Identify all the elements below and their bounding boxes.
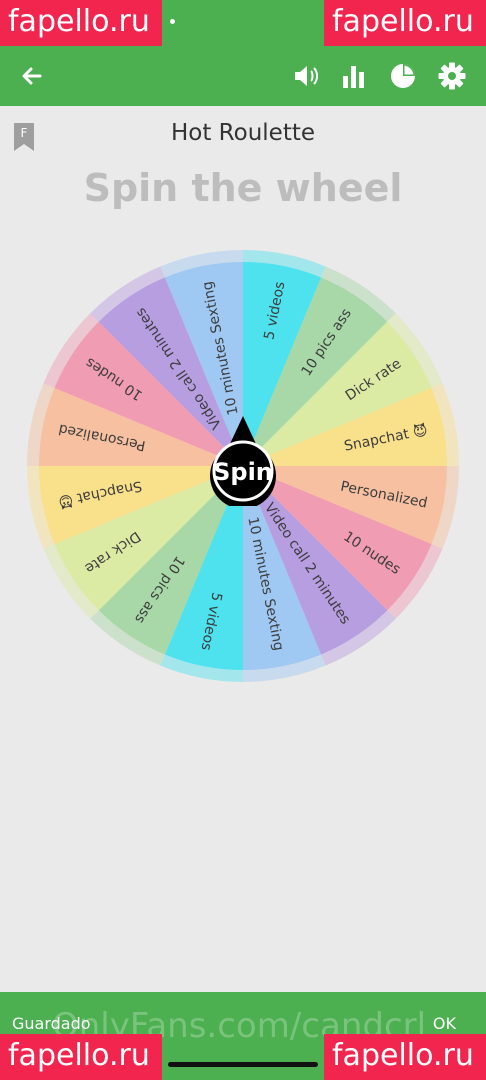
saved-label[interactable]: Guardado bbox=[12, 1014, 91, 1033]
page-subtitle: Spin the wheel bbox=[83, 166, 403, 210]
watermark-bottom-right: fapello.ru bbox=[324, 1034, 486, 1080]
spin-button[interactable]: Spin bbox=[205, 416, 281, 506]
watermark-top-right: fapello.ru bbox=[324, 0, 486, 46]
gear-icon[interactable] bbox=[438, 62, 466, 90]
svg-text:Spin: Spin bbox=[213, 458, 273, 486]
back-arrow-icon[interactable] bbox=[18, 62, 46, 90]
volume-icon[interactable] bbox=[292, 62, 320, 90]
status-dot bbox=[170, 19, 175, 24]
pie-chart-icon[interactable] bbox=[389, 62, 417, 90]
ok-button[interactable]: OK bbox=[433, 1014, 456, 1033]
watermark-bottom-left: fapello.ru bbox=[0, 1034, 162, 1080]
bar-chart-icon[interactable] bbox=[340, 62, 368, 90]
main-content: F Hot Roulette Spin the wheel 5 videos 10… bbox=[0, 106, 486, 992]
home-indicator bbox=[168, 1062, 318, 1067]
page-title: Hot Roulette bbox=[170, 120, 316, 146]
watermark-top-left: fapello.ru bbox=[0, 0, 162, 46]
app-bar bbox=[0, 46, 486, 106]
